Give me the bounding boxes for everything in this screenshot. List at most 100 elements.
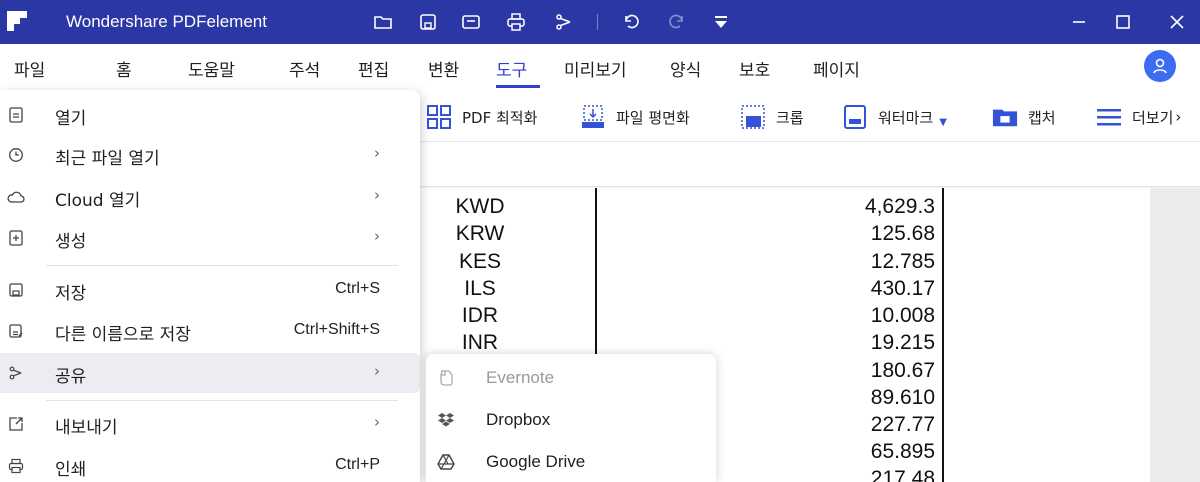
export-icon bbox=[6, 414, 26, 434]
menu-home[interactable]: 홈 bbox=[116, 56, 132, 81]
currency-value: 125.68 bbox=[870, 222, 935, 245]
shortcut-label: Ctrl+Shift+S bbox=[293, 321, 380, 338]
file-menu-label: 내보내기 bbox=[55, 418, 118, 438]
menu-convert[interactable]: 변환 bbox=[428, 56, 459, 81]
customize-dropdown-icon[interactable] bbox=[710, 11, 732, 33]
submenu-arrow-icon: › bbox=[374, 144, 380, 162]
maximize-icon bbox=[1116, 15, 1130, 29]
flatten-icon bbox=[580, 104, 606, 130]
file-menu-cloud[interactable]: Cloud 열기 › bbox=[0, 177, 420, 217]
share-option-label: Evernote bbox=[486, 368, 555, 387]
capture-icon bbox=[992, 104, 1018, 130]
share-option-label: Google Drive bbox=[486, 452, 586, 471]
watermark-dropdown-icon[interactable]: ▼ bbox=[939, 117, 947, 128]
google-drive-icon bbox=[436, 452, 456, 472]
save-as-icon bbox=[6, 321, 26, 341]
redo-icon[interactable] bbox=[666, 11, 688, 33]
optimize-icon bbox=[426, 104, 452, 130]
file-menu-export[interactable]: 내보내기 › bbox=[0, 404, 420, 444]
menu-tools[interactable]: 도구 bbox=[496, 56, 527, 81]
minimize-button[interactable] bbox=[1066, 10, 1092, 34]
file-menu-label: 다른 이름으로 저장 bbox=[55, 325, 191, 345]
share-option-label: Dropbox bbox=[486, 410, 551, 429]
file-menu-label: 공유 bbox=[55, 367, 87, 387]
maximize-button[interactable] bbox=[1110, 10, 1136, 34]
menu-help[interactable]: 도움말 bbox=[188, 56, 235, 81]
tool-watermark[interactable]: 워터마크 ▼ bbox=[842, 104, 947, 130]
currency-value: 89.610 bbox=[870, 386, 935, 409]
undo-icon[interactable] bbox=[620, 11, 642, 33]
menu-protect[interactable]: 보호 bbox=[739, 56, 770, 81]
shortcut-label: Ctrl+S bbox=[335, 280, 380, 297]
watermark-icon bbox=[842, 104, 868, 130]
menu-divider bbox=[46, 265, 398, 266]
share-google-drive[interactable]: Google Drive bbox=[426, 442, 716, 482]
tool-more[interactable]: 더보기 › bbox=[1096, 104, 1181, 130]
file-menu-label: 저장 bbox=[55, 284, 87, 304]
file-menu-create[interactable]: 생성 › bbox=[0, 218, 420, 258]
file-menu-label: 인쇄 bbox=[55, 460, 87, 480]
file-menu-recent[interactable]: 최근 파일 열기 › bbox=[0, 135, 420, 175]
save-icon bbox=[6, 280, 26, 300]
user-avatar[interactable] bbox=[1144, 50, 1176, 82]
submenu-arrow-icon: › bbox=[374, 186, 380, 204]
currency-code: IDR bbox=[461, 304, 499, 327]
save-icon[interactable] bbox=[417, 11, 439, 33]
open-file-icon bbox=[6, 105, 26, 125]
tool-crop-label: 크롭 bbox=[776, 108, 804, 127]
clock-icon bbox=[6, 145, 26, 165]
tool-flatten[interactable]: 파일 평면화 bbox=[580, 104, 690, 130]
menu-file[interactable]: 파일 bbox=[14, 56, 45, 81]
more-icon bbox=[1096, 104, 1122, 130]
submenu-arrow-icon: › bbox=[374, 362, 380, 380]
share-dropbox[interactable]: Dropbox bbox=[426, 400, 716, 440]
tool-crop[interactable]: 크롭 bbox=[740, 104, 804, 130]
print-icon[interactable] bbox=[505, 11, 527, 33]
tool-optimize[interactable]: PDF 최적화 bbox=[426, 104, 537, 130]
file-menu-save[interactable]: 저장 Ctrl+S bbox=[0, 270, 420, 310]
submenu-arrow-icon: › bbox=[374, 413, 380, 431]
share-icon[interactable] bbox=[553, 11, 575, 33]
pdfelement-logo-icon bbox=[7, 11, 27, 31]
tool-more-label: 더보기 bbox=[1132, 108, 1174, 127]
mail-icon[interactable] bbox=[460, 11, 482, 33]
create-icon bbox=[6, 228, 26, 248]
toolbar-separator bbox=[597, 14, 598, 30]
tool-capture[interactable]: 캡처 bbox=[992, 104, 1056, 130]
currency-code: KES bbox=[458, 250, 502, 273]
share-submenu: Evernote Dropbox Google Drive bbox=[426, 354, 716, 482]
share-evernote[interactable]: Evernote bbox=[426, 358, 716, 398]
title-bar: Wondershare PDFelement bbox=[0, 0, 1200, 44]
currency-value: 12.785 bbox=[870, 250, 935, 273]
close-button[interactable] bbox=[1164, 10, 1190, 34]
tool-watermark-label: 워터마크 bbox=[878, 108, 934, 127]
file-menu-open[interactable]: 열기 bbox=[0, 95, 420, 135]
shortcut-label: Ctrl+P bbox=[335, 456, 380, 473]
file-menu-save-as[interactable]: 다른 이름으로 저장 Ctrl+Shift+S bbox=[0, 311, 420, 351]
close-icon bbox=[1170, 15, 1184, 29]
page-scroll-gutter[interactable] bbox=[1150, 188, 1200, 482]
currency-value: 227.77 bbox=[870, 413, 935, 436]
app-title: Wondershare PDFelement bbox=[66, 12, 267, 31]
file-menu-print[interactable]: 인쇄 Ctrl+P bbox=[0, 446, 420, 482]
menu-comment[interactable]: 주석 bbox=[289, 56, 320, 81]
tool-capture-label: 캡처 bbox=[1028, 108, 1056, 127]
share-icon bbox=[6, 363, 26, 383]
menu-bar: 파일 홈 도움말 주석 편집 변환 도구 미리보기 양식 보호 페이지 bbox=[0, 44, 1200, 90]
menu-forms[interactable]: 양식 bbox=[670, 56, 701, 81]
menu-preview[interactable]: 미리보기 bbox=[564, 56, 627, 81]
folder-icon[interactable] bbox=[372, 11, 394, 33]
file-menu-label: 생성 bbox=[55, 232, 87, 252]
menu-page[interactable]: 페이지 bbox=[813, 56, 860, 81]
file-menu-share[interactable]: 공유 › bbox=[0, 353, 420, 393]
currency-value: 180.67 bbox=[870, 359, 935, 382]
table-divider bbox=[942, 188, 944, 482]
menu-edit[interactable]: 편집 bbox=[358, 56, 389, 81]
file-menu: 열기 최근 파일 열기 › Cloud 열기 › 생성 › 저장 Ctrl+S … bbox=[0, 90, 420, 482]
file-menu-label: Cloud 열기 bbox=[55, 191, 141, 211]
currency-value: 65.895 bbox=[870, 440, 935, 463]
currency-code: ILS bbox=[464, 277, 496, 300]
evernote-icon bbox=[436, 368, 456, 388]
submenu-arrow-icon: › bbox=[374, 227, 380, 245]
file-menu-label: 열기 bbox=[55, 109, 87, 129]
